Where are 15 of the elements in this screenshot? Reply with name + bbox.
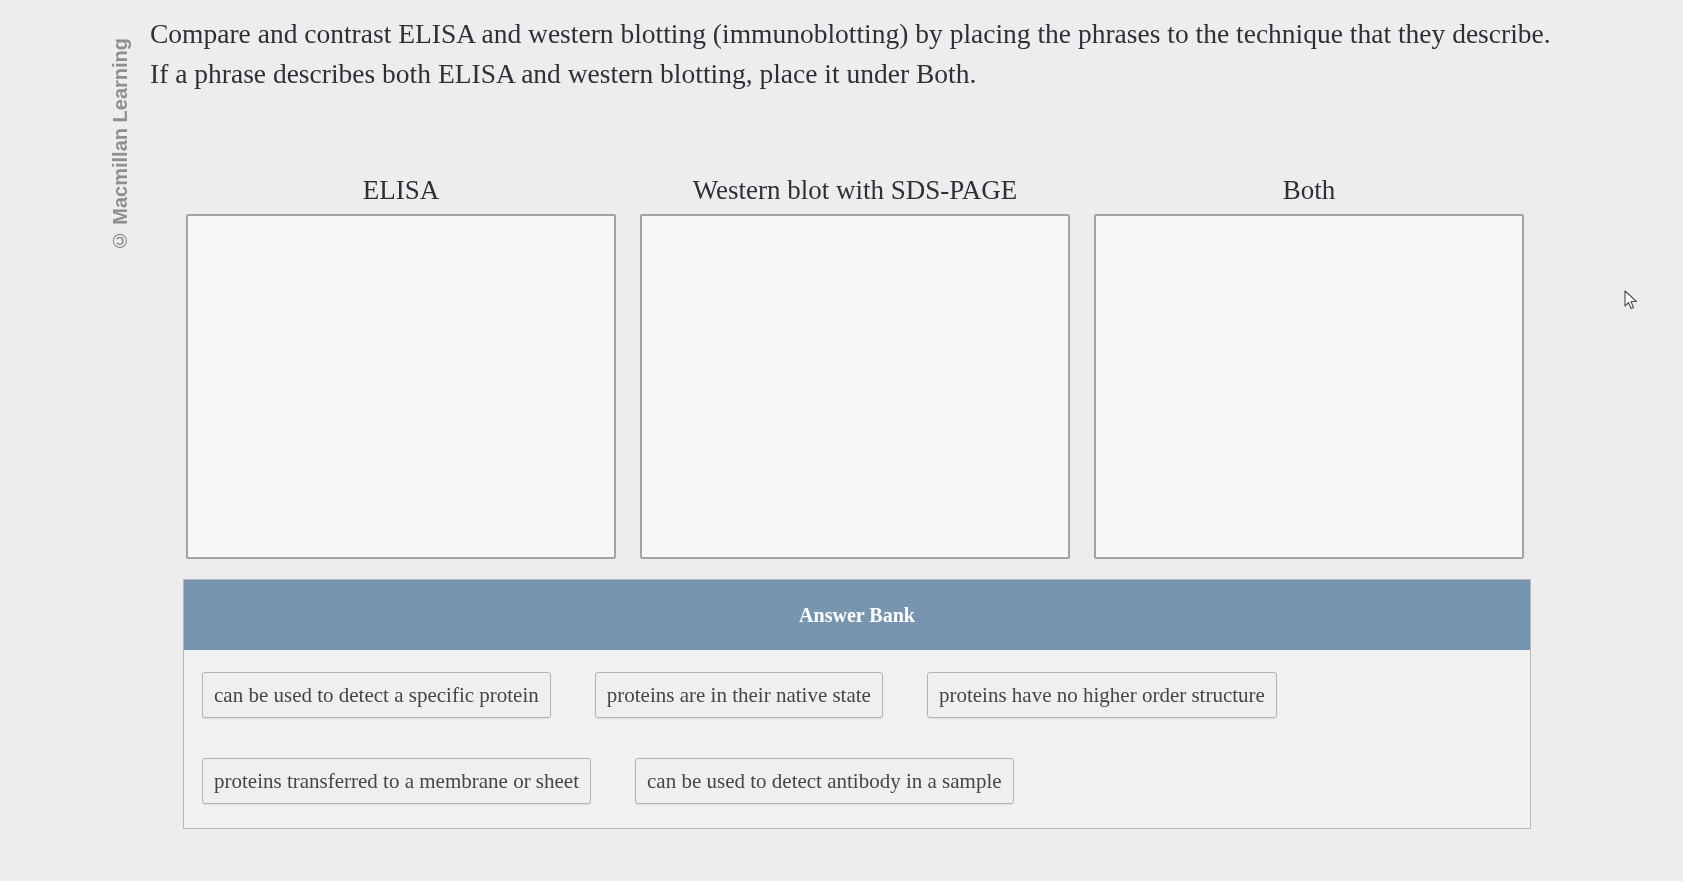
draggable-phrase[interactable]: can be used to detect a specific protein <box>202 672 551 718</box>
column-heading: ELISA <box>362 174 440 206</box>
drop-zone[interactable] <box>186 214 616 559</box>
instructions-text: Compare and contrast ELISA and western blotting (immunoblotting) by placing the phrases to the technique that they describe. If a phrase describes both ELISA and western blotting, place it under Both. <box>150 17 1552 91</box>
column-heading: Both <box>1282 174 1336 206</box>
drop-zone[interactable] <box>1094 214 1524 559</box>
column-heading: Western blot with SDS-PAGE <box>692 174 1018 206</box>
draggable-phrase[interactable]: proteins have no higher order structure <box>926 672 1277 718</box>
draggable-phrase[interactable]: proteins are in their native state <box>594 672 883 718</box>
draggable-phrase[interactable]: proteins transferred to a membrane or sheet <box>202 758 592 804</box>
answer-bank-title: Answer Bank <box>799 603 915 628</box>
draggable-phrase[interactable]: can be used to detect antibody in a sample <box>635 758 1014 804</box>
copyright-notice: © Macmillan Learning <box>108 38 132 253</box>
drop-zone[interactable] <box>640 214 1070 559</box>
mouse-pointer-icon <box>1624 290 1638 310</box>
